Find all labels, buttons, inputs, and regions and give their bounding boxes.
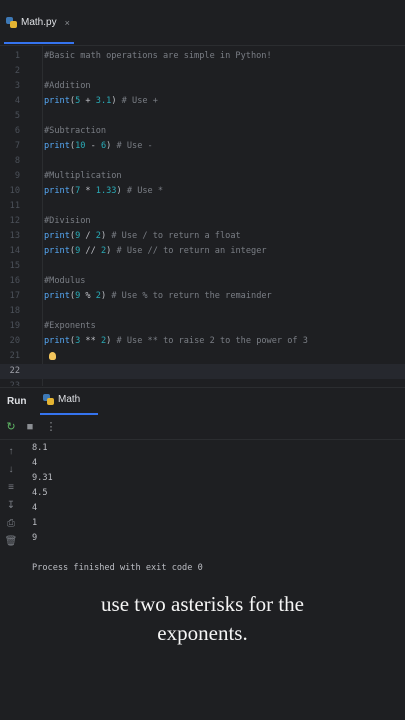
code-text: print(7 * 1.33) # Use * [44, 186, 164, 196]
line-number: 19 [9, 321, 20, 331]
caption-line-1: use two asterisks for the [101, 592, 304, 616]
code-line[interactable]: 8 [0, 154, 405, 169]
code-line[interactable]: 17 print(9 % 2) # Use % to return the rem… [0, 289, 405, 304]
code-line[interactable]: 23 [0, 379, 405, 386]
line-number: 22 [9, 366, 20, 376]
console-line: 9 [32, 533, 38, 543]
line-number: 21 [9, 351, 20, 361]
code-line[interactable]: 19 #Exponents [0, 319, 405, 334]
code-line[interactable]: 6 #Subtraction [0, 124, 405, 139]
line-number: 5 [14, 111, 20, 121]
scroll-down-icon[interactable]: ↓ [4, 463, 18, 477]
line-number: 8 [14, 156, 20, 166]
run-toolbar: ↻ ■ ⋮ [0, 415, 405, 440]
run-panel-header: Run Math [0, 387, 405, 416]
python-file-icon [6, 17, 17, 28]
line-number: 6 [14, 126, 20, 136]
code-line[interactable]: 20 print(3 ** 2) # Use ** to raise 2 to t… [0, 334, 405, 349]
run-tab-math[interactable]: Math [43, 394, 80, 405]
python-run-icon [43, 394, 54, 405]
code-line[interactable]: 14 print(9 // 2) # Use // to return an in… [0, 244, 405, 259]
console-line: 4 [32, 503, 38, 513]
run-panel-title: Run [7, 396, 27, 407]
console-line: 4 [32, 458, 38, 468]
code-text: #Basic math operations are simple in Pyt… [44, 51, 272, 61]
console-line: 4.5 [32, 488, 48, 498]
active-tab-indicator [4, 42, 74, 44]
code-text: print(5 + 3.1) # Use + [44, 96, 158, 106]
code-line[interactable]: 3 #Addition [0, 79, 405, 94]
code-line[interactable]: 2 [0, 64, 405, 79]
code-text: #Addition [44, 81, 91, 91]
close-tab-icon[interactable]: × [65, 18, 70, 28]
line-number: 13 [9, 231, 20, 241]
code-line[interactable]: 7 print(10 - 6) # Use - [0, 139, 405, 154]
code-editor[interactable]: 1 #Basic math operations are simple in Py… [0, 46, 405, 386]
caption-line-2: exponents. [157, 621, 248, 645]
line-number: 4 [14, 96, 20, 106]
code-text: print(9 / 2) # Use / to return a float [44, 231, 241, 241]
line-number: 23 [9, 381, 20, 386]
code-line[interactable]: 18 [0, 304, 405, 319]
line-number: 10 [9, 186, 20, 196]
editor-tab-math-py[interactable]: Math.py × [0, 0, 70, 45]
more-vertical-icon[interactable]: ⋮ [44, 420, 58, 434]
code-line[interactable]: 21 [0, 349, 405, 364]
line-number: 15 [9, 261, 20, 271]
code-line[interactable]: 4 print(5 + 3.1) # Use + [0, 94, 405, 109]
scroll-to-end-icon[interactable]: ↧ [4, 499, 18, 513]
console-line: 8.1 [32, 443, 48, 453]
code-line[interactable]: 13 print(9 / 2) # Use / to return a float [0, 229, 405, 244]
line-number: 17 [9, 291, 20, 301]
line-number: 14 [9, 246, 20, 256]
code-line[interactable]: 5 [0, 109, 405, 124]
code-line[interactable]: 15 [0, 259, 405, 274]
code-text: #Exponents [44, 321, 96, 331]
code-line[interactable]: 1 #Basic math operations are simple in Py… [0, 49, 405, 64]
console-line: 1 [32, 518, 38, 528]
code-text: #Division [44, 216, 91, 226]
line-number: 1 [14, 51, 20, 61]
line-number: 9 [14, 171, 20, 181]
line-number: 18 [9, 306, 20, 316]
code-line[interactable]: 9 #Multiplication [0, 169, 405, 184]
line-number: 20 [9, 336, 20, 346]
code-line[interactable]: 10 print(7 * 1.33) # Use * [0, 184, 405, 199]
console-line: Process finished with exit code 0 [32, 563, 203, 573]
scroll-up-icon[interactable]: ↑ [4, 445, 18, 459]
console-side-toolbar: ↑ ↓ ≡ ↧ ⎙ 🗑 [0, 440, 23, 580]
code-text: print(9 % 2) # Use % to return the remai… [44, 291, 272, 301]
code-text: #Modulus [44, 276, 86, 286]
rerun-icon[interactable]: ↻ [4, 420, 18, 434]
print-icon[interactable]: ⎙ [4, 517, 18, 531]
console-output[interactable]: 8.1 4 9.31 4.5 4 1 9 Process finished with exit… [22, 440, 405, 580]
editor-tab-label: Math.py [21, 17, 57, 28]
line-number: 2 [14, 66, 20, 76]
editor-tab-bar: Math.py × [0, 0, 405, 46]
trash-icon[interactable]: 🗑 [4, 535, 18, 549]
code-line[interactable]: 22 [0, 364, 405, 379]
code-text: print(3 ** 2) # Use ** to raise 2 to the… [44, 336, 308, 346]
line-number: 12 [9, 216, 20, 226]
code-text: #Subtraction [44, 126, 107, 136]
line-number: 16 [9, 276, 20, 286]
code-text: print(10 - 6) # Use - [44, 141, 153, 151]
line-number: 11 [9, 201, 20, 211]
run-tab-label: Math [58, 394, 81, 405]
line-number: 7 [14, 141, 20, 151]
code-line[interactable]: 16 #Modulus [0, 274, 405, 289]
code-line[interactable]: 11 [0, 199, 405, 214]
lightbulb-icon[interactable] [49, 352, 56, 360]
code-line[interactable]: 12 #Division [0, 214, 405, 229]
stop-icon[interactable]: ■ [23, 420, 37, 434]
code-text: #Multiplication [44, 171, 122, 181]
console-line: 9.31 [32, 473, 53, 483]
code-text: print(9 // 2) # Use // to return an inte… [44, 246, 267, 256]
soft-wrap-icon[interactable]: ≡ [4, 481, 18, 495]
line-number: 3 [14, 81, 20, 91]
video-caption: use two asterisks for the exponents. [0, 590, 405, 648]
